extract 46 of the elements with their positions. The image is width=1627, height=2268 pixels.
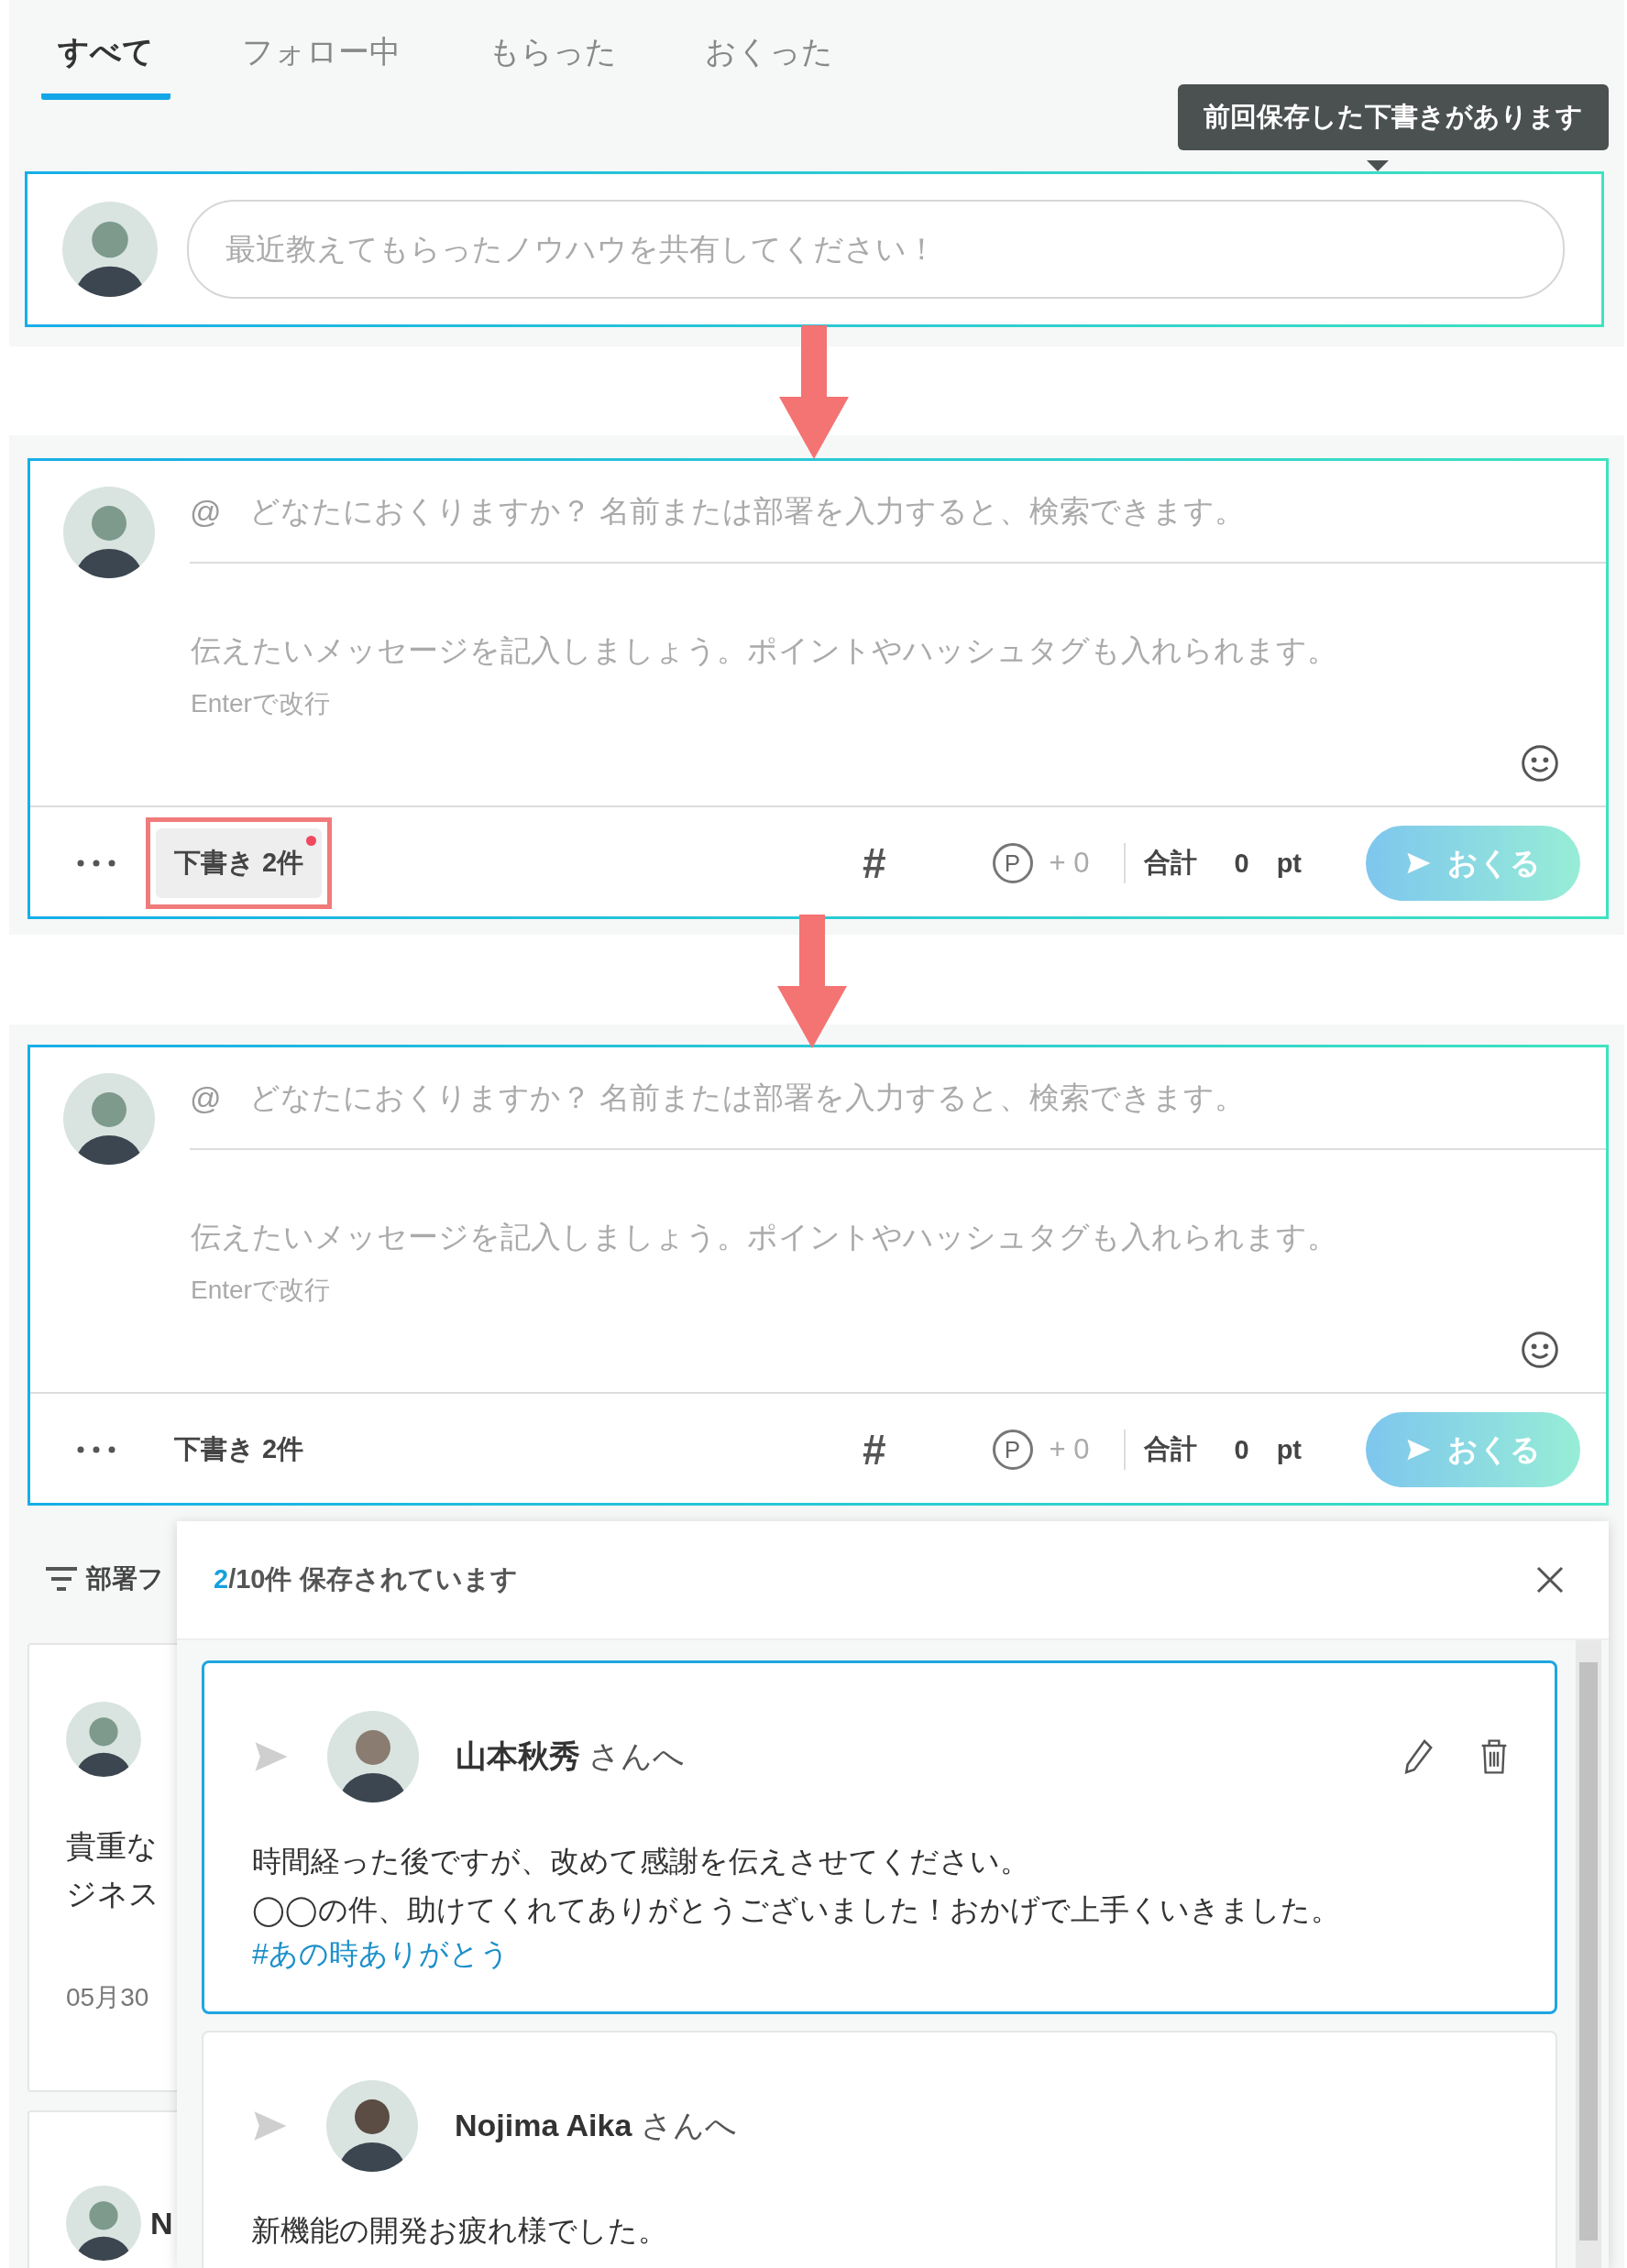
- tooltip-pointer: [1367, 160, 1389, 171]
- close-icon[interactable]: [1535, 1565, 1565, 1594]
- scrollbar[interactable]: [1576, 1640, 1601, 2268]
- filter-label[interactable]: 部署フ: [86, 1561, 164, 1596]
- filter-icon[interactable]: [46, 1565, 77, 1593]
- smiley-icon[interactable]: [1520, 1330, 1560, 1370]
- drafts-count: 2/10件 保存されています: [214, 1563, 518, 1595]
- tab[interactable]: もらった: [472, 15, 633, 100]
- recipient-name: 山本秋秀 さんへ: [456, 1737, 686, 1775]
- drafts-button[interactable]: 下書き 2件: [156, 1415, 323, 1485]
- drafts-button[interactable]: 下書き 2件: [156, 828, 323, 898]
- recipient-name: Nojima Aika さんへ: [455, 2107, 737, 2144]
- total-label: 合計: [1144, 1433, 1198, 1465]
- draft-card[interactable]: 山本秋秀 さんへ 時間経った後ですが、改めて感謝を伝えさせてください。 ◯◯の件、助けてくれてありがとうございました！おかげで上手くいきました。 #あの時ありがとう: [202, 1660, 1557, 2014]
- point-button[interactable]: P: [992, 843, 1033, 883]
- post-author: N: [150, 2205, 173, 2241]
- draft-text: 時間経った後ですが、改めて感謝を伝えさせてください。 ◯◯の件、助けてくれてありがとうございました！おかげで上手くいきました。: [252, 1844, 1341, 1929]
- hashtag-button[interactable]: #: [856, 1424, 892, 1475]
- total-value: 0: [1234, 1434, 1249, 1465]
- smiley-icon[interactable]: [1520, 743, 1560, 783]
- total-value: 0: [1234, 848, 1249, 879]
- line-break-hint: Enterで改行: [191, 688, 331, 719]
- more-icon[interactable]: [76, 859, 116, 868]
- point-unit: pt: [1276, 848, 1302, 879]
- point-unit: pt: [1276, 1434, 1302, 1465]
- draft-text: 新機能の開発お疲れ様でした。: [251, 2213, 668, 2249]
- point-amount: + 0: [1049, 1433, 1090, 1466]
- tab[interactable]: フォロー中: [225, 15, 417, 100]
- draft-card[interactable]: Nojima Aika さんへ 新機能の開発お疲れ様でした。: [202, 2031, 1557, 2268]
- post-date: 05月30: [66, 1982, 150, 2013]
- point-amount: + 0: [1049, 847, 1090, 880]
- tab[interactable]: すべて: [41, 15, 170, 100]
- point-button[interactable]: P: [992, 1430, 1033, 1470]
- hashtag-link[interactable]: #あの時ありがとう: [252, 1937, 510, 1970]
- line-break-hint: Enterで改行: [191, 1275, 331, 1306]
- at-sign: @: [190, 493, 222, 530]
- hashtag-button[interactable]: #: [856, 838, 892, 889]
- pencil-icon[interactable]: [1402, 1738, 1434, 1775]
- total-label: 合計: [1144, 847, 1198, 879]
- tooltip: 前回保存した下書きがあります: [1178, 84, 1609, 150]
- at-sign: @: [190, 1079, 222, 1116]
- post-text: 貴重な ジネス: [66, 1828, 159, 1912]
- trash-icon[interactable]: [1479, 1738, 1509, 1775]
- tab[interactable]: おくった: [688, 15, 850, 100]
- more-icon[interactable]: [76, 1445, 116, 1454]
- post-input[interactable]: 最近教えてもらったノウハウを共有してください！: [187, 200, 1565, 299]
